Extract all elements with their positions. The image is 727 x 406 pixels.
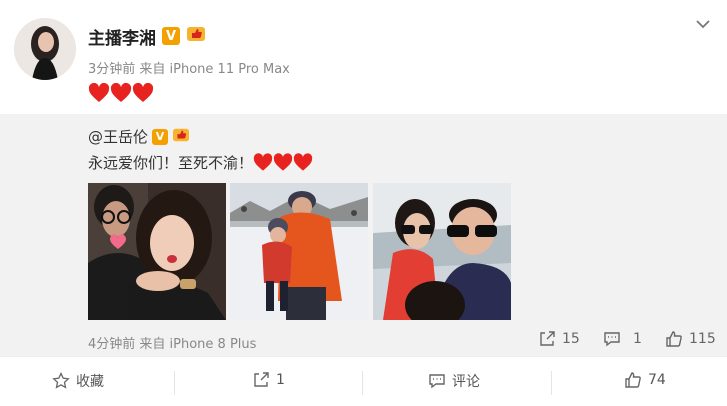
share-icon bbox=[254, 372, 269, 387]
repost-text: 永远爱你们！至死不渝！ bbox=[88, 154, 254, 172]
favorite-button[interactable]: 收藏 bbox=[52, 371, 104, 391]
heart-icon bbox=[88, 83, 110, 102]
heart-icon bbox=[253, 153, 273, 171]
heart-icon bbox=[110, 83, 132, 102]
repost-share-button[interactable]: 15 bbox=[538, 330, 580, 348]
share-button[interactable]: 1 bbox=[252, 371, 285, 389]
photo-thumbnail-2[interactable] bbox=[230, 183, 368, 320]
thumbs-badge-icon bbox=[172, 127, 190, 147]
heart-emoji-row bbox=[88, 83, 154, 103]
author-row: 主播李湘 V bbox=[88, 24, 206, 49]
action-bar: 收藏 1 评论 74 bbox=[0, 356, 727, 406]
share-count: 1 bbox=[276, 372, 285, 388]
divider bbox=[174, 371, 175, 395]
comment-icon bbox=[604, 332, 620, 347]
like-button[interactable]: 74 bbox=[624, 371, 666, 389]
thumbs-up-icon bbox=[625, 372, 641, 388]
divider bbox=[551, 371, 552, 395]
chevron-down-icon[interactable] bbox=[693, 14, 713, 34]
heart-icon bbox=[273, 153, 293, 171]
verified-badge: V bbox=[152, 128, 169, 145]
repost-author-row: @王岳伦 V bbox=[88, 126, 190, 147]
share-icon bbox=[540, 331, 555, 346]
heart-icon bbox=[132, 83, 154, 102]
repost-comment-count: 1 bbox=[633, 331, 642, 347]
repost-meta: 4分钟前 来自 iPhone 8 Plus bbox=[88, 337, 257, 352]
avatar[interactable] bbox=[14, 18, 76, 80]
repost-card[interactable]: @王岳伦 V 永远爱你们！至死不渝！ 4分钟前 来自 iPhone 8 Plus… bbox=[0, 114, 727, 356]
favorite-label: 收藏 bbox=[76, 374, 104, 390]
star-icon bbox=[52, 372, 70, 389]
repost-comment-button[interactable]: 1 bbox=[603, 330, 642, 348]
comment-button[interactable]: 评论 bbox=[428, 371, 480, 391]
repost-mention[interactable]: @王岳伦 bbox=[88, 126, 148, 147]
repost-like-button[interactable]: 115 bbox=[665, 330, 716, 348]
like-count: 74 bbox=[648, 372, 666, 388]
repost-share-count: 15 bbox=[562, 331, 580, 347]
verified-badge: V bbox=[162, 27, 180, 45]
post-meta: 3分钟前 来自 iPhone 11 Pro Max bbox=[88, 62, 290, 77]
photo-thumbnail-3[interactable] bbox=[373, 183, 511, 320]
heart-icon bbox=[293, 153, 313, 171]
comment-icon bbox=[429, 374, 445, 389]
divider bbox=[362, 371, 363, 395]
thumbs-up-icon bbox=[666, 331, 682, 347]
photo-thumbnail-1[interactable] bbox=[88, 183, 226, 320]
repost-text-row: 永远爱你们！至死不渝！ bbox=[88, 152, 313, 173]
repost-like-count: 115 bbox=[689, 331, 716, 347]
comment-label: 评论 bbox=[452, 374, 480, 390]
author-name[interactable]: 主播李湘 bbox=[88, 24, 156, 49]
thumbs-badge-icon bbox=[186, 25, 206, 47]
